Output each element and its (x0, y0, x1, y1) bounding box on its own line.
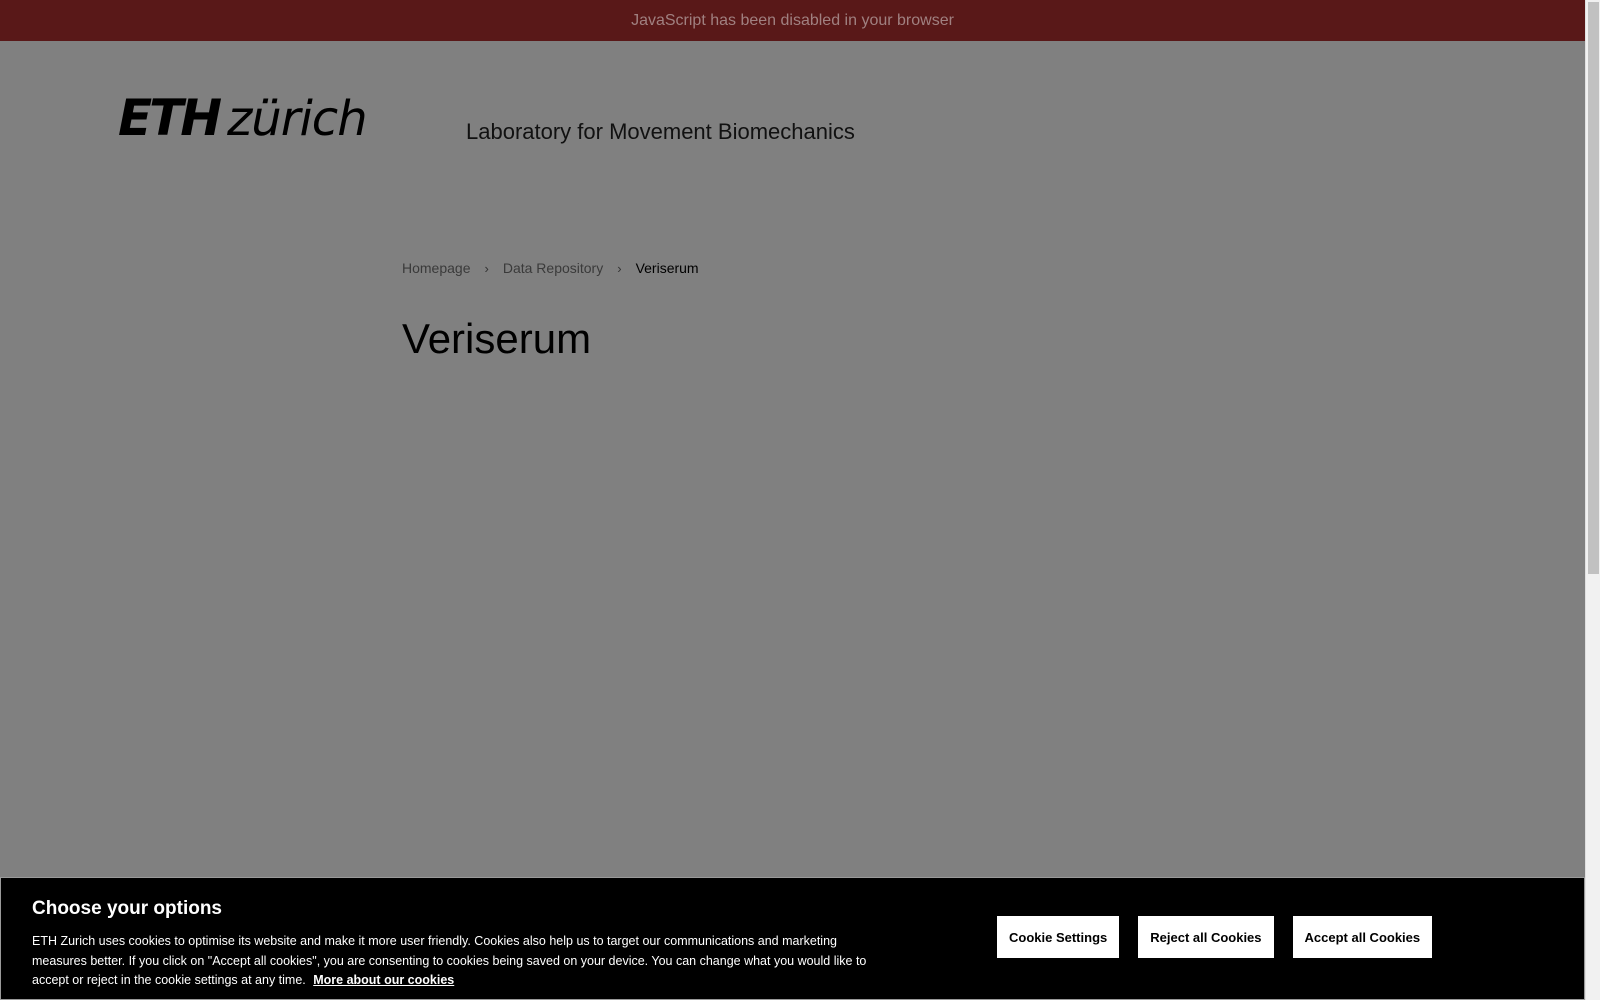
eth-zurich-logo[interactable]: ETH zürich (118, 89, 368, 147)
cookie-heading: Choose your options (32, 898, 222, 919)
chevron-right-icon: › (617, 260, 622, 276)
accept-all-cookies-button[interactable]: Accept all Cookies (1292, 916, 1433, 958)
cookie-consent-banner: Choose your options ETH Zurich uses cook… (0, 877, 1585, 1000)
logo-zurich-text: zürich (227, 91, 367, 147)
reject-all-cookies-button[interactable]: Reject all Cookies (1138, 916, 1274, 958)
page-title: Veriserum (402, 315, 592, 362)
cookie-description: ETH Zurich uses cookies to optimise its … (32, 932, 872, 991)
breadcrumb-current: Veriserum (635, 260, 699, 276)
cookie-settings-button[interactable]: Cookie Settings (997, 916, 1120, 958)
site-header: ETH zürich Laboratory for Movement Biome… (0, 41, 1585, 221)
javascript-disabled-banner: JavaScript has been disabled in your bro… (0, 0, 1585, 41)
javascript-disabled-text: JavaScript has been disabled in your bro… (631, 11, 954, 29)
logo-eth-text: ETH (118, 89, 222, 147)
chevron-right-icon: › (484, 260, 489, 276)
breadcrumb-data-repository[interactable]: Data Repository (503, 260, 603, 276)
breadcrumb-homepage[interactable]: Homepage (402, 260, 471, 276)
site-title[interactable]: Laboratory for Movement Biomechanics (466, 119, 855, 145)
cookie-button-group: Cookie Settings Reject all Cookies Accep… (997, 916, 1433, 958)
vertical-scrollbar[interactable] (1585, 0, 1600, 1000)
breadcrumb: Homepage › Data Repository › Veriserum (402, 260, 699, 276)
scrollbar-thumb[interactable] (1588, 2, 1599, 574)
more-about-cookies-link[interactable]: More about our cookies (313, 973, 454, 987)
